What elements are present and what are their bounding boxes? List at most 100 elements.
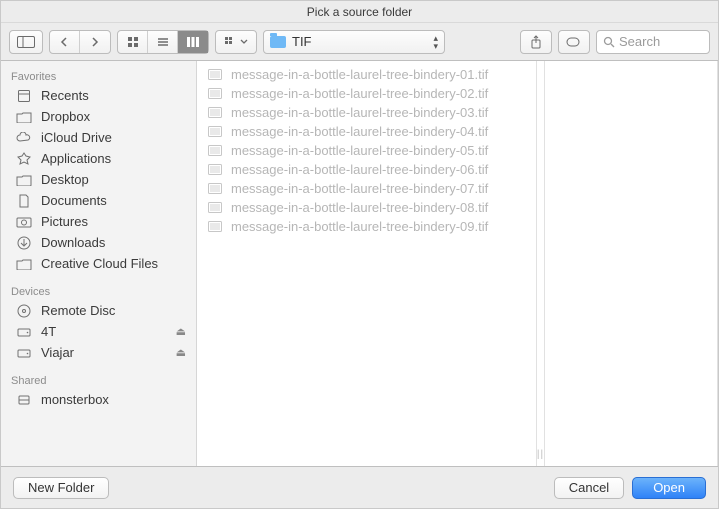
chevron-down-icon [240,38,248,46]
sidebar-toggle-button[interactable] [9,30,43,54]
share-icon [530,35,542,49]
sidebar-item-viajar[interactable]: Viajar ⏏ [1,342,196,363]
search-placeholder: Search [619,34,660,49]
column-view: message-in-a-bottle-laurel-tree-bindery-… [197,61,718,466]
file-row[interactable]: message-in-a-bottle-laurel-tree-bindery-… [197,65,536,84]
sidebar-item-label: monsterbox [41,392,109,407]
server-icon [15,393,33,407]
image-file-icon [207,107,223,119]
sidebar-item-dropbox[interactable]: Dropbox [1,106,196,127]
sidebar-header-favorites: Favorites [1,67,196,85]
sidebar-item-label: Downloads [41,235,105,250]
sidebar-item-label: Viajar [41,345,74,360]
file-name: message-in-a-bottle-laurel-tree-bindery-… [231,162,488,177]
sidebar-item-label: iCloud Drive [41,130,112,145]
share-button[interactable] [520,30,552,54]
sidebar-header-devices: Devices [1,282,196,300]
grid-icon [127,36,139,48]
file-name: message-in-a-bottle-laurel-tree-bindery-… [231,181,488,196]
file-name: message-in-a-bottle-laurel-tree-bindery-… [231,219,488,234]
sidebar-item-desktop[interactable]: Desktop [1,169,196,190]
sidebar-item-label: Remote Disc [41,303,115,318]
search-icon [603,36,615,48]
sidebar-item-downloads[interactable]: Downloads [1,232,196,253]
file-name: message-in-a-bottle-laurel-tree-bindery-… [231,124,488,139]
chevron-right-icon [90,37,100,47]
file-name: message-in-a-bottle-laurel-tree-bindery-… [231,86,488,101]
sidebar: Favorites Recents Dropbox iCloud Drive A… [1,61,197,466]
sidebar-item-label: Documents [41,193,107,208]
file-row[interactable]: message-in-a-bottle-laurel-tree-bindery-… [197,84,536,103]
sidebar-item-label: Applications [41,151,111,166]
sidebar-icon [17,36,35,48]
sidebar-item-remote-disc[interactable]: Remote Disc [1,300,196,321]
sidebar-item-applications[interactable]: Applications [1,148,196,169]
sidebar-item-label: Desktop [41,172,89,187]
forward-button[interactable] [80,31,110,53]
downloads-icon [15,236,33,250]
cloud-icon [15,131,33,145]
view-switcher [117,30,209,54]
sidebar-item-label: Pictures [41,214,88,229]
image-file-icon [207,183,223,195]
group-icon [224,36,238,48]
sidebar-item-recents[interactable]: Recents [1,85,196,106]
file-row[interactable]: message-in-a-bottle-laurel-tree-bindery-… [197,141,536,160]
cancel-button[interactable]: Cancel [554,477,624,499]
updown-arrows-icon: ▴▾ [433,34,438,50]
file-name: message-in-a-bottle-laurel-tree-bindery-… [231,67,488,82]
image-file-icon [207,126,223,138]
file-row[interactable]: message-in-a-bottle-laurel-tree-bindery-… [197,217,536,236]
file-row[interactable]: message-in-a-bottle-laurel-tree-bindery-… [197,179,536,198]
path-control[interactable]: TIF ▴▾ [263,30,445,54]
disc-icon [15,304,33,318]
folder-gray-icon [15,110,33,124]
sidebar-item-4t[interactable]: 4T ⏏ [1,321,196,342]
desktop-icon [15,173,33,187]
file-name: message-in-a-bottle-laurel-tree-bindery-… [231,143,488,158]
column-view-button[interactable] [178,31,208,53]
icon-view-button[interactable] [118,31,148,53]
image-file-icon [207,202,223,214]
sidebar-item-monsterbox[interactable]: monsterbox [1,389,196,410]
sidebar-item-label: Recents [41,88,89,103]
toolbar: TIF ▴▾ Search [1,23,718,61]
file-name: message-in-a-bottle-laurel-tree-bindery-… [231,105,488,120]
footer: New Folder Cancel Open [1,466,718,508]
list-view-button[interactable] [148,31,178,53]
sidebar-item-pictures[interactable]: Pictures [1,211,196,232]
tags-button[interactable] [558,30,590,54]
file-row[interactable]: message-in-a-bottle-laurel-tree-bindery-… [197,160,536,179]
image-file-icon [207,69,223,81]
sidebar-header-shared: Shared [1,371,196,389]
window-title: Pick a source folder [1,1,718,23]
sidebar-item-label: Creative Cloud Files [41,256,158,271]
applications-icon [15,152,33,166]
tag-icon [566,37,582,47]
back-button[interactable] [50,31,80,53]
chevron-left-icon [60,37,70,47]
nav-back-forward [49,30,111,54]
recents-icon [15,89,33,103]
sidebar-item-documents[interactable]: Documents [1,190,196,211]
eject-icon[interactable]: ⏏ [176,325,186,338]
list-icon [157,36,169,48]
column-resize-handle[interactable]: || [537,61,545,466]
file-row[interactable]: message-in-a-bottle-laurel-tree-bindery-… [197,103,536,122]
new-folder-button[interactable]: New Folder [13,477,109,499]
file-row[interactable]: message-in-a-bottle-laurel-tree-bindery-… [197,198,536,217]
sidebar-item-creative-cloud[interactable]: Creative Cloud Files [1,253,196,274]
file-row[interactable]: message-in-a-bottle-laurel-tree-bindery-… [197,122,536,141]
search-field[interactable]: Search [596,30,710,54]
sidebar-item-label: 4T [41,324,56,339]
sidebar-item-icloud[interactable]: iCloud Drive [1,127,196,148]
columns-icon [186,36,200,48]
eject-icon[interactable]: ⏏ [176,346,186,359]
image-file-icon [207,88,223,100]
drive-icon [15,325,33,339]
documents-icon [15,194,33,208]
group-by-control[interactable] [215,30,257,54]
sidebar-item-label: Dropbox [41,109,90,124]
open-button[interactable]: Open [632,477,706,499]
image-file-icon [207,221,223,233]
